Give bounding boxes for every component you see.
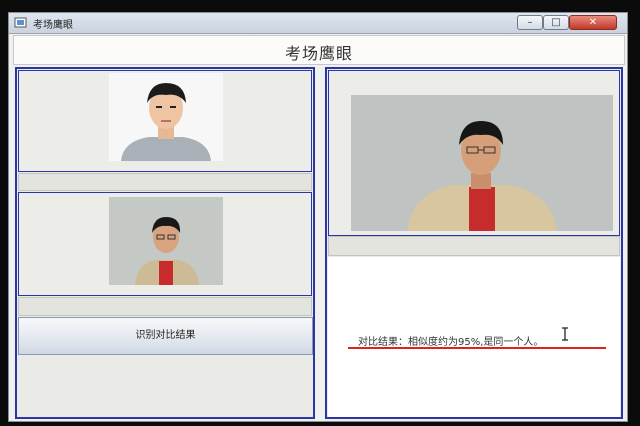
live-video-section: person-live-camera [328, 70, 620, 236]
captured-photo-section: person-captured-photo [18, 192, 312, 296]
result-underline [348, 347, 606, 349]
result-panel: 对比结果：相似度约为95%,是同一个人。 [328, 257, 620, 417]
header: 考场鹰眼 [13, 35, 625, 65]
app-window: 考场鹰眼 – □ ✕ 考场鹰眼 person-id-photo [8, 12, 628, 422]
result-text: 对比结果：相似度约为95%,是同一个人。 [358, 337, 544, 348]
captured-photo [109, 197, 223, 285]
page-title: 考场鹰眼 [284, 44, 353, 63]
registered-photo-section: person-id-photo [18, 70, 312, 172]
registered-photo [109, 73, 223, 161]
title-bar[interactable]: 考场鹰眼 – □ ✕ [9, 13, 627, 34]
right-panel: person-live-camera 对比结果：相似度约为95%,是同一个人。 [325, 67, 623, 419]
divider-strip [18, 173, 312, 191]
window-title: 考场鹰眼 [33, 20, 73, 31]
minimize-button[interactable]: – [517, 15, 543, 30]
divider-strip [18, 297, 312, 316]
close-button[interactable]: ✕ [569, 15, 617, 30]
compare-result-button[interactable]: 识别对比结果 [18, 317, 313, 355]
left-panel: person-id-photo person-captured-photo 识别… [15, 67, 315, 419]
app-icon [14, 17, 27, 28]
live-video [351, 95, 613, 231]
divider-strip [328, 236, 620, 256]
text-cursor-icon [562, 327, 568, 341]
maximize-button[interactable]: □ [543, 15, 569, 30]
